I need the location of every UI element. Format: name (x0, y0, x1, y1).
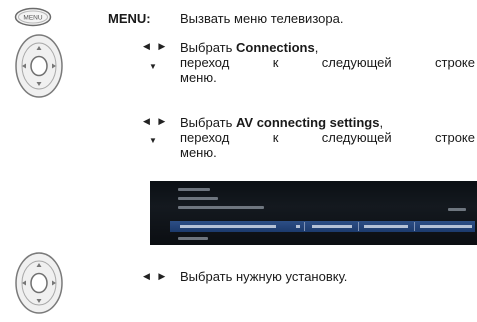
step-av-settings-line3: меню. (180, 145, 217, 160)
word: переход (180, 130, 230, 145)
step-av-settings-line1: Выбрать AV connecting settings, (180, 115, 475, 130)
left-right-arrow-icon: ◀ ▶ (143, 116, 169, 126)
word: строке (435, 55, 475, 70)
step-connections-line1: Выбрать Connections, (180, 40, 475, 55)
tv-separator (414, 222, 415, 231)
tv-separator (304, 222, 305, 231)
menu-button-text: MENU (23, 15, 42, 22)
navigation-ring-icon (14, 251, 64, 315)
tv-selected-item (180, 225, 276, 228)
word: следующей (321, 130, 392, 145)
tv-menu-line (448, 208, 466, 211)
left-right-arrow-icon: ◀ ▶ (143, 271, 169, 281)
step-av-prefix: Выбрать (180, 115, 236, 130)
word: к (272, 130, 279, 145)
tv-separator (358, 222, 359, 231)
tv-menu-screenshot (150, 181, 477, 245)
tv-option (420, 225, 472, 228)
down-arrow-icon: ▼ (149, 136, 157, 145)
word: переход (180, 55, 230, 70)
menu-button-icon: MENU (14, 7, 52, 27)
tv-menu-line (178, 188, 210, 191)
navigation-ring-icon (14, 33, 64, 99)
tv-menu-line (178, 197, 218, 200)
tv-option (364, 225, 408, 228)
step-connections-line3: меню. (180, 70, 217, 85)
step-connections-line2: переход к следующей строке (180, 55, 475, 70)
word: к (272, 55, 279, 70)
step-select-setting-text: Выбрать нужную установку. (180, 269, 348, 284)
tv-chevron (296, 225, 300, 228)
connections-option: Connections (235, 40, 315, 55)
menu-label: MENU: (108, 11, 151, 26)
step-connections-suffix: , (314, 40, 319, 55)
av-connecting-settings-option: AV connecting settings (235, 115, 380, 130)
left-right-arrow-icon: ◀ ▶ (143, 41, 169, 51)
step-connections-prefix: Выбрать (180, 40, 236, 55)
step-av-settings-line2: переход к следующей строке (180, 130, 475, 145)
down-arrow-icon: ▼ (149, 62, 157, 71)
tv-option (312, 225, 352, 228)
word: следующей (321, 55, 392, 70)
step-av-settings-text: Выбрать AV connecting settings, переход … (180, 115, 475, 160)
menu-description: Вызвать меню телевизора. (180, 11, 344, 26)
word: строке (435, 130, 475, 145)
step-connections-text: Выбрать Connections, переход к следующей… (180, 40, 475, 85)
tv-menu-selected-row (170, 221, 475, 232)
step-av-suffix: , (379, 115, 384, 130)
tv-menu-line (178, 237, 208, 240)
tv-menu-line (178, 206, 264, 209)
